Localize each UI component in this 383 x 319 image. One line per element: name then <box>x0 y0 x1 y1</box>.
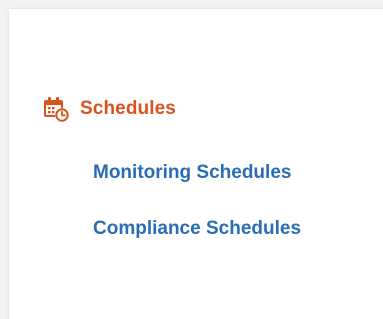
schedules-title: Schedules <box>80 98 176 119</box>
navigation-panel: Schedules Monitoring Schedules Complianc… <box>9 9 383 319</box>
monitoring-schedules-link[interactable]: Monitoring Schedules <box>93 162 291 184</box>
calendar-clock-icon <box>42 95 70 123</box>
compliance-schedules-link[interactable]: Compliance Schedules <box>93 218 301 240</box>
schedules-section-header[interactable]: Schedules <box>42 95 176 123</box>
